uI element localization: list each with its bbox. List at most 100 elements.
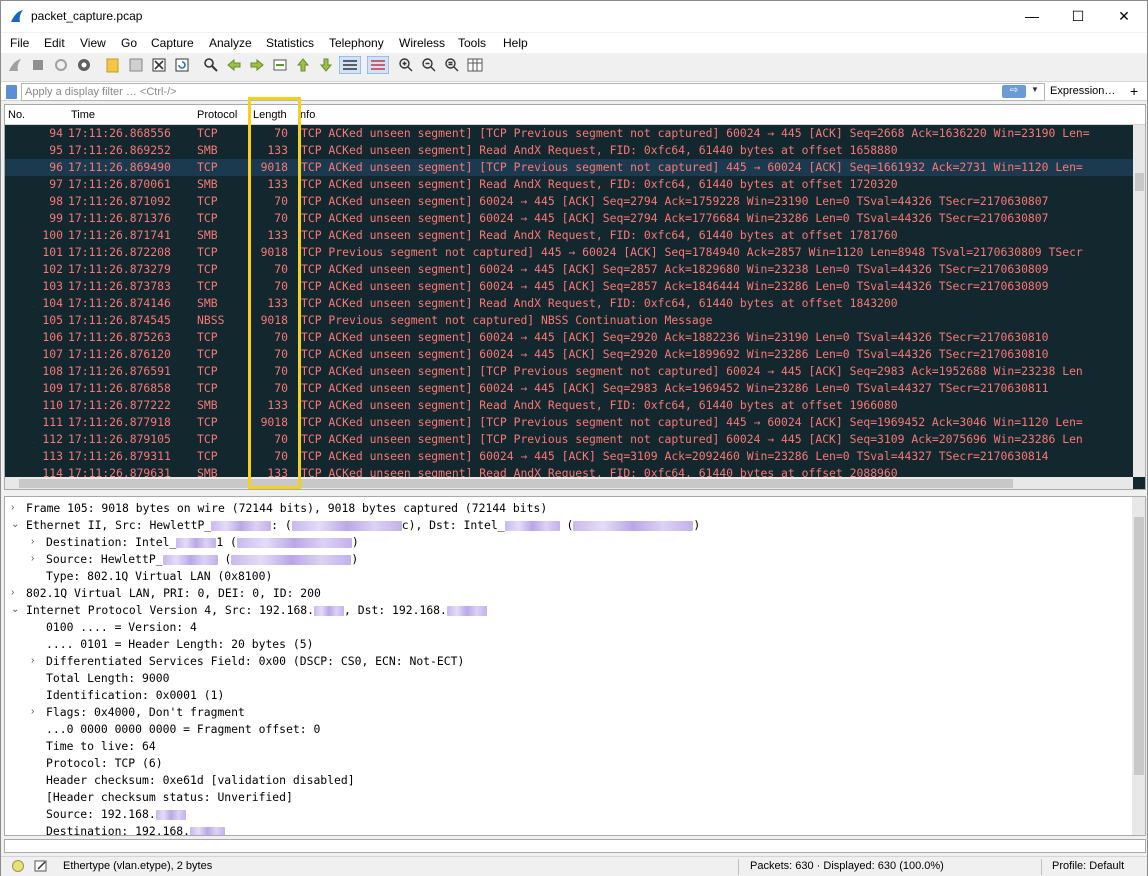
details-vertical-scrollbar[interactable] [1132, 497, 1145, 835]
packet-row[interactable]: 112 17:11:26.879105 TCP 70 TCP ACKed unseen … [5, 431, 1133, 448]
go-last-packet-icon[interactable] [318, 57, 334, 73]
menu-analyze[interactable]: Analyze [209, 36, 252, 50]
column-protocol[interactable]: Protocol [197, 109, 237, 121]
packet-row[interactable]: 111 17:11:26.877918 TCP 9018 TCP ACKed unsee… [5, 414, 1133, 431]
go-first-packet-icon[interactable] [295, 57, 311, 73]
packet-list-horizontal-scrollbar[interactable] [5, 477, 1133, 489]
menu-telephony[interactable]: Telephony [329, 36, 384, 50]
packet-row[interactable]: 109 17:11:26.876858 TCP 70 TCP ACKed unseen … [5, 380, 1133, 397]
packet-row[interactable]: 98 17:11:26.871092 TCP 70 TCP ACKed unseen s… [5, 193, 1133, 210]
detail-tree-item[interactable]: ...0 0000 0000 0000 = Fragment offset: 0 [46, 721, 320, 738]
packet-row[interactable]: 100 17:11:26.871741 SMB 133 TCP ACKed unseen… [5, 227, 1133, 244]
collapsed-chevron-icon[interactable]: › [31, 553, 34, 564]
filter-history-dropdown-icon[interactable]: ▼ [1031, 85, 1039, 94]
detail-tree-item[interactable]: Differentiated Services Field: 0x00 (DSC… [46, 653, 464, 670]
packet-list-vertical-scrollbar[interactable] [1133, 125, 1145, 477]
go-to-packet-icon[interactable] [272, 57, 288, 73]
detail-tree-item[interactable]: Internet Protocol Version 4, Src: 192.16… [26, 602, 487, 619]
add-filter-button[interactable]: + [1130, 83, 1138, 99]
go-forward-icon[interactable] [249, 57, 265, 73]
packet-bytes-pane[interactable] [4, 839, 1146, 853]
packet-row[interactable]: 105 17:11:26.874545 NBSS 9018 TCP Previous s… [5, 312, 1133, 329]
reload-file-icon[interactable] [174, 57, 190, 73]
detail-tree-item[interactable]: Ethernet II, Src: HewlettP_: (c), Dst: I… [26, 517, 700, 534]
packet-row[interactable]: 110 17:11:26.877222 SMB 133 TCP ACKed unseen… [5, 397, 1133, 414]
collapsed-chevron-icon[interactable]: › [11, 502, 14, 513]
detail-tree-item[interactable]: .... 0101 = Header Length: 20 bytes (5) [46, 636, 313, 653]
packet-row[interactable]: 108 17:11:26.876591 TCP 70 TCP ACKed unseen … [5, 363, 1133, 380]
expanded-chevron-icon[interactable]: ⌄ [11, 519, 19, 530]
detail-tree-item[interactable]: Source: 192.168. [46, 806, 186, 823]
scrollbar-thumb[interactable] [1134, 517, 1144, 775]
packet-row[interactable]: 95 17:11:26.869252 SMB 133 TCP ACKed unseen … [5, 142, 1133, 159]
zoom-in-icon[interactable] [398, 57, 414, 73]
status-profile[interactable]: Profile: Default [1052, 860, 1124, 872]
packet-row[interactable]: 99 17:11:26.871376 TCP 70 TCP ACKed unseen s… [5, 210, 1133, 227]
detail-tree-item[interactable]: Time to live: 64 [46, 738, 156, 755]
detail-tree-item[interactable]: Destination: 192.168. [46, 823, 226, 835]
collapsed-chevron-icon[interactable]: › [31, 655, 34, 666]
expanded-chevron-icon[interactable]: ⌄ [11, 604, 19, 615]
packet-row[interactable]: 96 17:11:26.869490 TCP 9018 TCP ACKed unseen… [5, 159, 1133, 176]
scrollbar-thumb[interactable] [19, 479, 1013, 488]
detail-tree-item[interactable]: Flags: 0x4000, Don't fragment [46, 704, 245, 721]
menu-tools[interactable]: Tools [458, 36, 486, 50]
packet-row[interactable]: 106 17:11:26.875263 TCP 70 TCP ACKed unseen … [5, 329, 1133, 346]
normal-size-icon[interactable] [444, 57, 460, 73]
detail-tree-item[interactable]: Source: HewlettP_ () [46, 551, 358, 568]
menu-capture[interactable]: Capture [151, 36, 194, 50]
colorize-icon[interactable] [367, 56, 389, 74]
menu-file[interactable]: File [10, 36, 29, 50]
packet-row[interactable]: 104 17:11:26.874146 SMB 133 TCP ACKed unseen… [5, 295, 1133, 312]
auto-scroll-icon[interactable] [339, 56, 361, 74]
detail-tree-item[interactable]: [Header checksum status: Unverified] [46, 789, 293, 806]
go-back-icon[interactable] [226, 57, 242, 73]
expression-button[interactable]: Expression… [1050, 85, 1115, 97]
packet-row[interactable]: 97 17:11:26.870061 SMB 133 TCP ACKed unseen … [5, 176, 1133, 193]
packet-row[interactable]: 94 17:11:26.868556 TCP 70 TCP ACKed unseen s… [5, 125, 1133, 142]
close-file-icon[interactable] [151, 57, 167, 73]
detail-tree-item[interactable]: Destination: Intel_ 1 () [46, 534, 359, 551]
packet-row[interactable]: 107 17:11:26.876120 TCP 70 TCP ACKed unseen … [5, 346, 1133, 363]
menu-go[interactable]: Go [121, 36, 137, 50]
collapsed-chevron-icon[interactable]: › [31, 536, 34, 547]
collapsed-chevron-icon[interactable]: › [11, 587, 14, 598]
column-time[interactable]: Time [71, 109, 95, 121]
filter-bookmark-icon[interactable] [6, 85, 17, 99]
close-button[interactable]: ✕ [1101, 1, 1147, 31]
menu-view[interactable]: View [80, 36, 106, 50]
restart-capture-icon[interactable] [53, 57, 69, 73]
edit-comment-icon[interactable] [34, 859, 48, 873]
packet-row[interactable]: 113 17:11:26.879311 TCP 70 TCP ACKed unseen … [5, 448, 1133, 465]
minimize-button[interactable]: — [1009, 1, 1055, 31]
detail-tree-item[interactable]: Total Length: 9000 [46, 670, 169, 687]
capture-options-gear-icon[interactable] [76, 57, 92, 73]
menu-edit[interactable]: Edit [44, 36, 65, 50]
collapsed-chevron-icon[interactable]: › [31, 706, 34, 717]
packet-row[interactable]: 102 17:11:26.873279 TCP 70 TCP ACKed unseen … [5, 261, 1133, 278]
save-file-icon[interactable] [128, 57, 144, 73]
column-no[interactable]: No. [8, 109, 25, 121]
detail-tree-item[interactable]: 0100 .... = Version: 4 [46, 619, 197, 636]
open-file-icon[interactable] [105, 57, 121, 73]
expert-info-icon[interactable] [12, 860, 24, 872]
detail-tree-item[interactable]: Identification: 0x0001 (1) [46, 687, 224, 704]
menu-statistics[interactable]: Statistics [266, 36, 314, 50]
apply-filter-arrow-icon[interactable]: ⇨ [1002, 85, 1026, 98]
packet-row[interactable]: 103 17:11:26.873783 TCP 70 TCP ACKed unseen … [5, 278, 1133, 295]
detail-tree-item[interactable]: Frame 105: 9018 bytes on wire (72144 bit… [26, 500, 547, 517]
zoom-out-icon[interactable] [421, 57, 437, 73]
detail-tree-item[interactable]: Protocol: TCP (6) [46, 755, 163, 772]
packet-row[interactable]: 101 17:11:26.872208 TCP 9018 TCP Previous se… [5, 244, 1133, 261]
detail-tree-item[interactable]: Header checksum: 0xe61d [validation disa… [46, 772, 355, 789]
start-capture-fin-icon[interactable] [7, 57, 23, 73]
find-packet-icon[interactable] [203, 57, 219, 73]
resize-columns-icon[interactable] [467, 57, 483, 73]
detail-tree-item[interactable]: Type: 802.1Q Virtual LAN (0x8100) [46, 568, 272, 585]
scrollbar-thumb[interactable] [1135, 173, 1144, 191]
detail-tree-item[interactable]: 802.1Q Virtual LAN, PRI: 0, DEI: 0, ID: … [26, 585, 321, 602]
maximize-button[interactable]: ☐ [1055, 1, 1101, 31]
menu-wireless[interactable]: Wireless [399, 36, 445, 50]
display-filter-input[interactable]: Apply a display filter … <Ctrl-/> [21, 83, 1045, 101]
stop-capture-icon[interactable] [30, 57, 46, 73]
